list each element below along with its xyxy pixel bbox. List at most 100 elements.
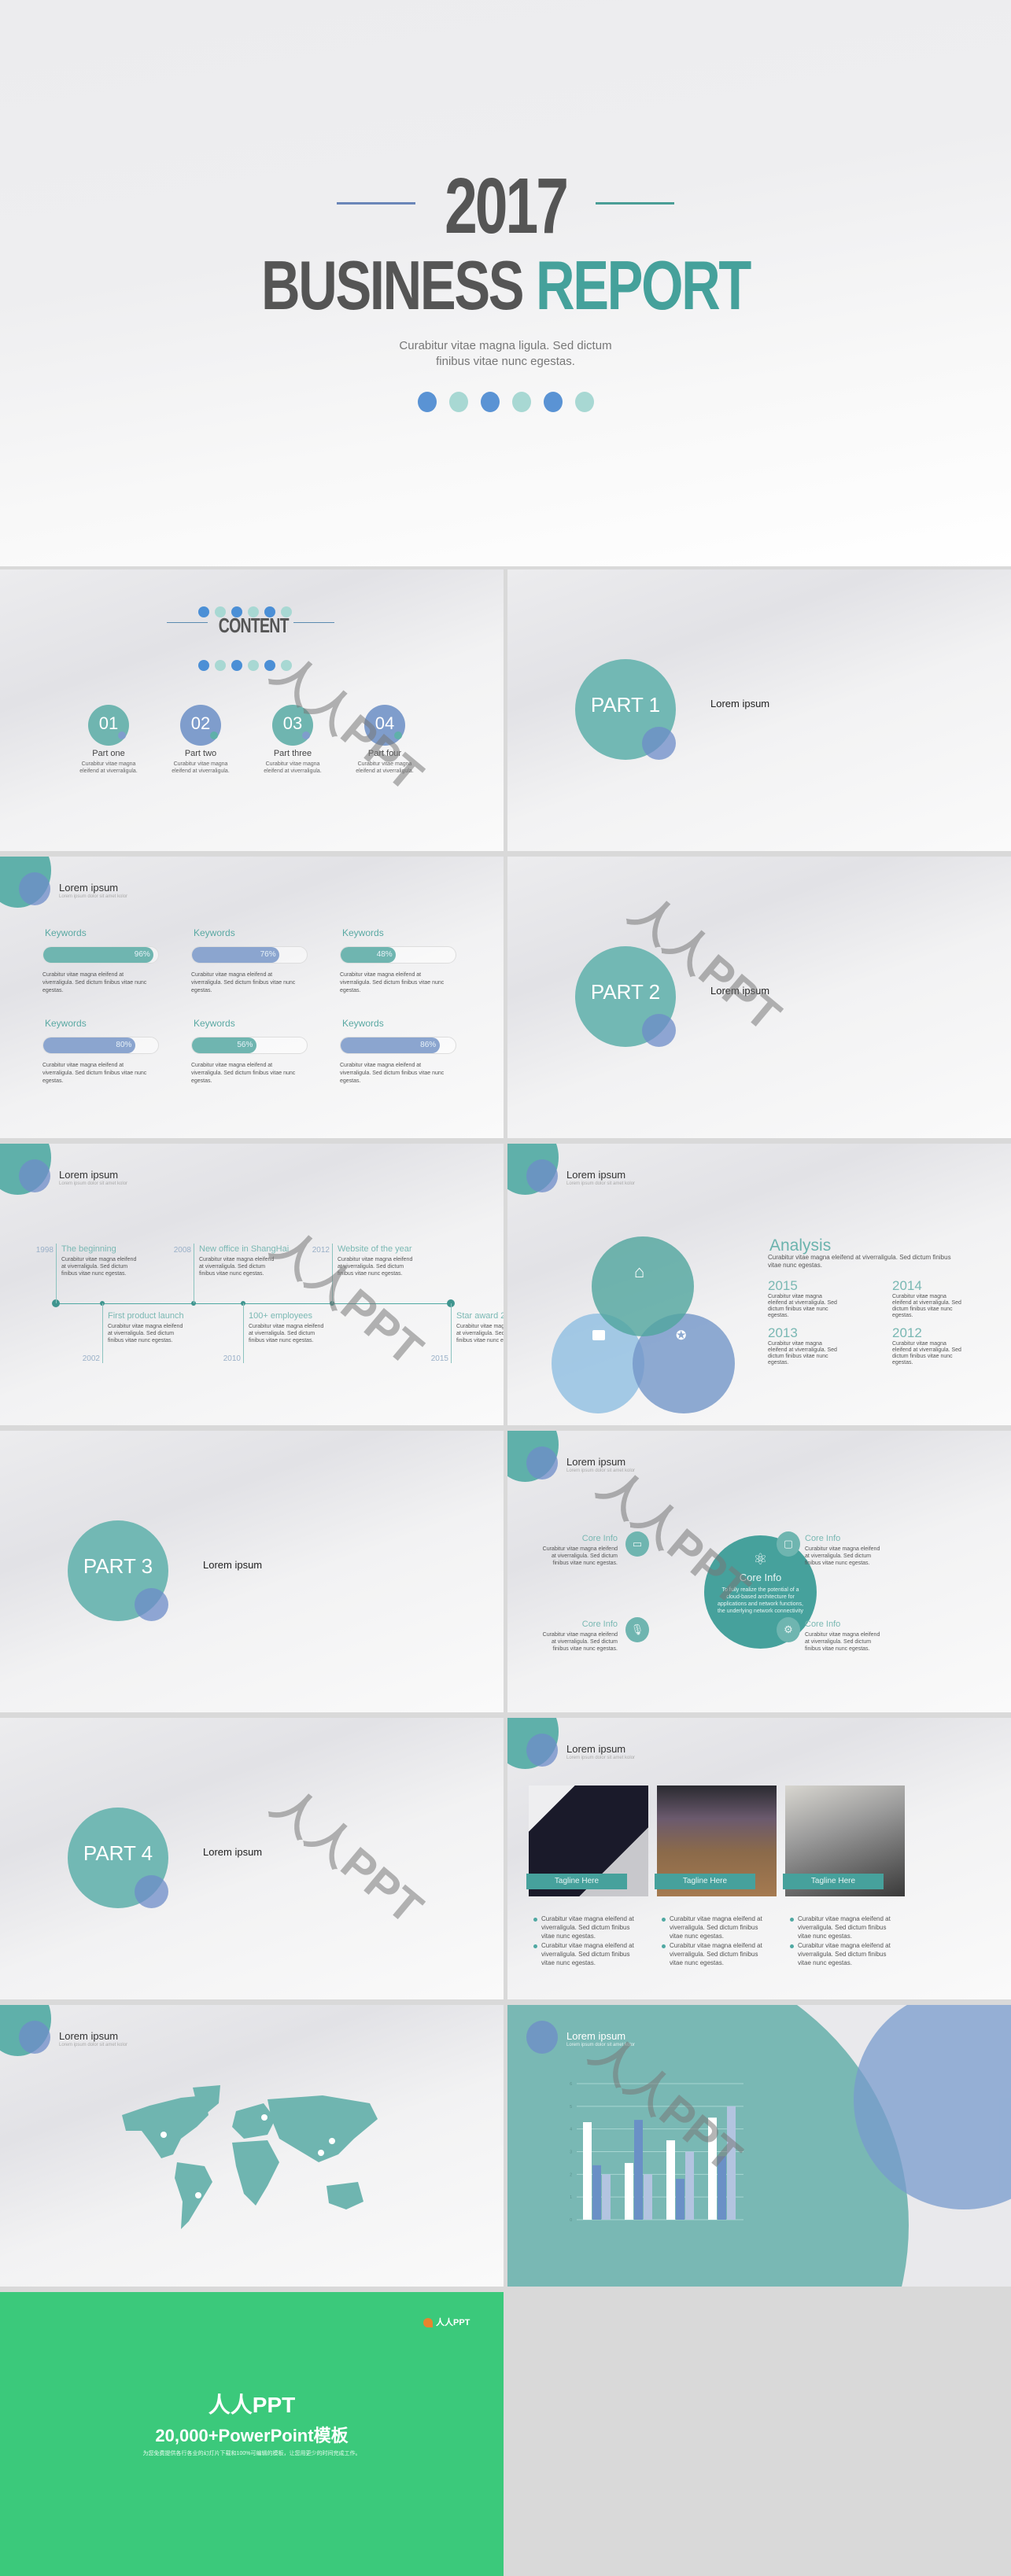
- bullet-dot: [790, 1944, 794, 1948]
- progress-track: 86%: [340, 1037, 456, 1054]
- logo: 人人PPT: [423, 2316, 470, 2328]
- part-desc: Curabitur vitae magna eleifend at viverr…: [172, 761, 230, 774]
- keywords-slide: Lorem ipsum Lorem ipsum dolor sit amet k…: [0, 857, 504, 1138]
- section-text: Lorem ipsum: [710, 985, 770, 997]
- progress-value: 86%: [420, 1041, 437, 1049]
- title-slide: 2017 BUSINESS REPORT Curabitur vitae mag…: [0, 0, 1011, 566]
- dot: [281, 660, 292, 671]
- core-item-title: Core Info: [581, 1620, 618, 1629]
- tagline-banner: Tagline Here: [783, 1874, 884, 1889]
- keyword-desc: Curabitur vitae magna eleifend at viverr…: [42, 972, 147, 993]
- tagline-banner: Tagline Here: [655, 1874, 755, 1889]
- timeline-stem: [243, 1303, 244, 1363]
- bar-series-2-3: [676, 2179, 684, 2220]
- keyword-label: Keywords: [194, 1018, 235, 1029]
- africa: [232, 2140, 279, 2206]
- bar-series-3-3: [685, 2151, 694, 2220]
- dot: [480, 392, 500, 412]
- location-pin-icon: [318, 2150, 324, 2156]
- analysis-year: 2012: [892, 1325, 922, 1340]
- world-map: [122, 2085, 378, 2229]
- keyword-desc: Curabitur vitae magna eleifend at viverr…: [42, 1063, 147, 1084]
- timeline-desc: Curabitur vitae magna eleifend at viverr…: [338, 1257, 413, 1277]
- keyword-label: Keywords: [342, 927, 384, 938]
- section-circle-accent: [642, 1014, 676, 1047]
- timeline-title: Website of the year: [338, 1244, 412, 1254]
- section-text: Lorem ipsum: [203, 1846, 263, 1858]
- timeline-year: 2010: [223, 1354, 241, 1363]
- gear-icon: ⚙: [777, 1617, 800, 1642]
- analysis-year-desc: Curabitur vitae magna eleifend at viverr…: [768, 1294, 837, 1318]
- dot: [543, 392, 563, 412]
- south-america: [175, 2162, 212, 2229]
- section-circle-accent: [642, 727, 676, 760]
- home-icon: ⌂: [634, 1262, 645, 1281]
- section-circle-accent: [135, 1875, 168, 1908]
- north-america: [122, 2095, 208, 2158]
- dot: [231, 660, 242, 671]
- year-heading: 2017: [445, 162, 569, 250]
- timeline-desc: Curabitur vitae magna eleifend at viverr…: [61, 1257, 137, 1277]
- analysis-year-desc: Curabitur vitae magna eleifend at viverr…: [768, 1341, 837, 1365]
- dot-row: [0, 392, 1011, 416]
- analysis-year: 2013: [768, 1325, 798, 1340]
- bullet-dot: [662, 1918, 666, 1922]
- divider: [167, 622, 208, 623]
- keyword-desc: Curabitur vitae magna eleifend at viverr…: [191, 1063, 296, 1084]
- bar-series-1-3: [666, 2140, 675, 2220]
- part-number: 03: [282, 713, 303, 733]
- analysis-title: Analysis: [769, 1236, 832, 1255]
- section-label: PART 4: [83, 1841, 153, 1865]
- part-number: 04: [375, 713, 395, 733]
- core-center-title: Core Info: [739, 1572, 782, 1583]
- part-desc: Curabitur vitae magna eleifend at viverr…: [356, 761, 414, 774]
- timeline-axis: [56, 1303, 452, 1304]
- bar-series-2-4: [718, 2156, 726, 2220]
- y-tick-label: 6: [570, 2082, 572, 2087]
- timeline-year: 2002: [82, 1354, 100, 1363]
- core-info-slide: Lorem ipsum Lorem ipsum dolor sit amet k…: [507, 1431, 1011, 1712]
- slide-title: Lorem ipsum: [59, 882, 119, 894]
- part-number: 01: [98, 713, 119, 733]
- core-item-title: Core Info: [805, 1620, 841, 1629]
- keyword-label: Keywords: [342, 1018, 384, 1029]
- timeline-year: 2012: [312, 1246, 330, 1255]
- subtitle: Curabitur vitae magna ligula. Sed dictum…: [399, 339, 612, 368]
- slide-title: Lorem ipsum: [566, 1456, 626, 1468]
- dot: [248, 660, 259, 671]
- venn-circle-top: [592, 1236, 694, 1336]
- timeline-stem: [451, 1303, 452, 1363]
- dot: [215, 660, 226, 671]
- timeline-year: 2008: [173, 1246, 191, 1255]
- section-slide-2: PART 2 Lorem ipsum 人人PPT: [507, 857, 1011, 1138]
- dot: [511, 392, 531, 412]
- core-center-desc: To fully realize the potential of a clou…: [718, 1587, 803, 1614]
- bullet-dot: [790, 1918, 794, 1922]
- y-tick-label: 2: [570, 2172, 572, 2177]
- header-deco-accent: [19, 1159, 50, 1192]
- analysis-year-desc: Curabitur vitae magna eleifend at viverr…: [892, 1294, 961, 1318]
- australia: [327, 2182, 363, 2209]
- keyword-desc: Curabitur vitae magna eleifend at viverr…: [191, 972, 296, 993]
- section-text: Lorem ipsum: [203, 1559, 263, 1571]
- dot: [264, 660, 275, 671]
- content-slide: CONTENT 01 Part one Curabitur vitae magna …: [0, 569, 504, 851]
- bullet-dot: [662, 1944, 666, 1948]
- bar-series-1-4: [708, 2117, 717, 2220]
- slide-title: Lorem ipsum: [566, 1743, 626, 1755]
- location-pin-icon: [261, 2114, 268, 2121]
- title-business: BUSINESS: [261, 246, 525, 324]
- progress-track: 48%: [340, 946, 456, 964]
- timeline-stem: [332, 1244, 333, 1303]
- timeline-year: 2015: [430, 1354, 448, 1363]
- dot: [574, 392, 594, 412]
- header-deco-accent: [526, 2021, 558, 2054]
- location-pin-icon: [329, 2138, 335, 2144]
- end-slide: 人人PPT 人人PPT 20,000+PowerPoint模板 为您免费提供各行…: [0, 2292, 504, 2576]
- timeline-desc: Curabitur vitae magna eleifend at viverr…: [249, 1324, 324, 1343]
- chart-slide: Lorem ipsum Lorem ipsum dolor sit amet k…: [507, 2005, 1011, 2287]
- dot: [417, 392, 437, 412]
- analysis-slide: Lorem ipsum Lorem ipsum dolor sit amet k…: [507, 1144, 1011, 1425]
- progress-value: 56%: [237, 1041, 253, 1049]
- dot: [448, 392, 468, 412]
